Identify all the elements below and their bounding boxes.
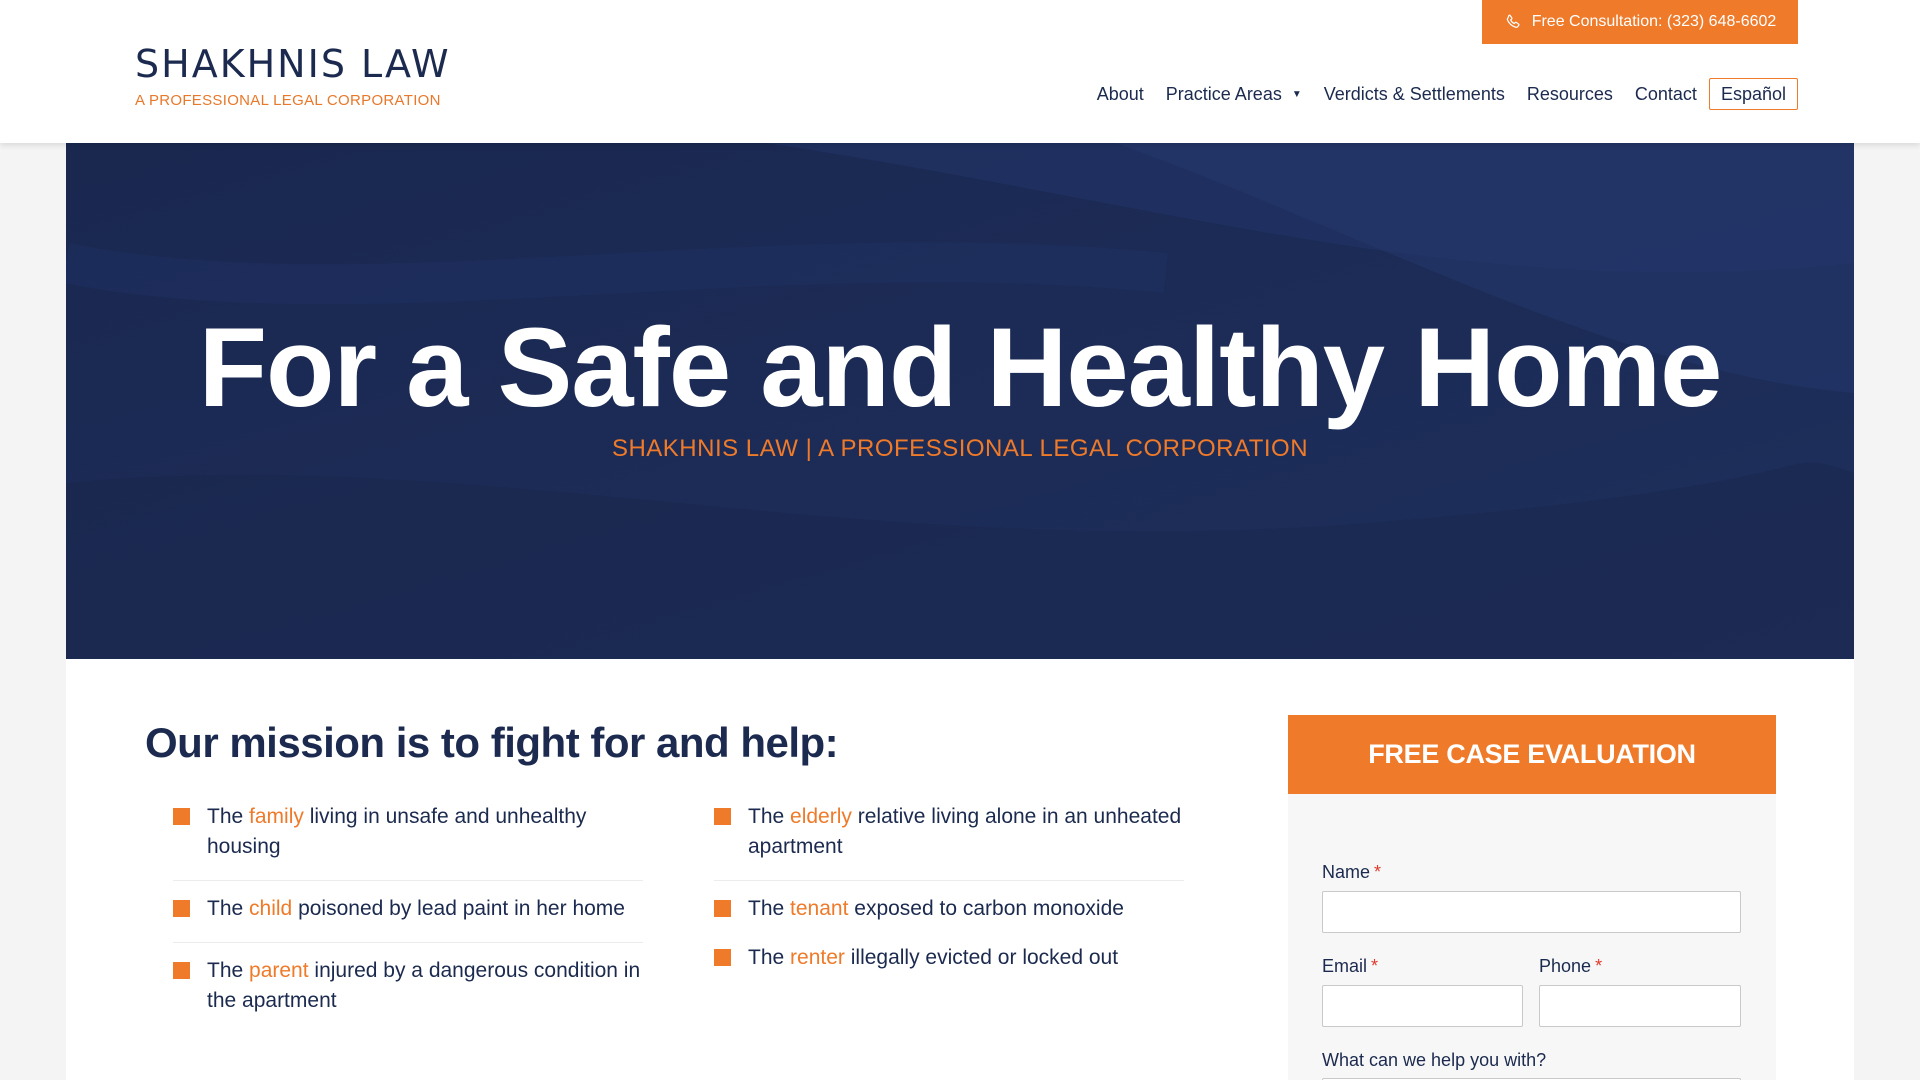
nav-contact[interactable]: Contact (1635, 78, 1697, 110)
hero-subtitle: SHAKHNIS LAW | A PROFESSIONAL LEGAL CORP… (611, 435, 1309, 462)
list-item-prefix: The (207, 897, 244, 920)
list-item-highlight: child (249, 897, 293, 920)
nav-resources[interactable]: Resources (1527, 78, 1613, 110)
email-input[interactable] (1322, 985, 1523, 1027)
name-label: Name * (1322, 862, 1381, 883)
list-item-prefix: The (207, 959, 244, 982)
logo-name: SHAKHNIS LAW (135, 42, 451, 86)
list-item: The tenant exposed to carbon monoxide (714, 894, 1184, 930)
mission-title: Our mission is to fight for and help: (145, 719, 839, 766)
square-bullet-icon (714, 900, 731, 917)
list-item-highlight: parent (249, 959, 309, 982)
list-item-highlight: renter (790, 946, 845, 969)
main-nav: About Practice Areas ▼ Verdicts & Settle… (1075, 78, 1798, 110)
logo[interactable]: SHAKHNIS LAW A PROFESSIONAL LEGAL CORPOR… (135, 42, 451, 109)
mission-section: Our mission is to fight for and help: Th… (66, 659, 1854, 1080)
list-item-text: poisoned by lead paint in her home (298, 897, 625, 920)
list-item: The family living in unsafe and unhealth… (173, 802, 643, 881)
nav-about[interactable]: About (1097, 78, 1144, 110)
email-label: Email * (1322, 956, 1378, 977)
list-item-highlight: family (249, 805, 304, 828)
nav-practice-areas-label: Practice Areas (1165, 83, 1282, 104)
list-item: The elderly relative living alone in an … (714, 802, 1184, 881)
help-label: What can we help you with? (1322, 1050, 1547, 1070)
hero-banner: For a Safe and Healthy Home SHAKHNIS LAW… (66, 143, 1854, 659)
email-label-text: Email (1322, 956, 1368, 976)
logo-tagline: A PROFESSIONAL LEGAL CORPORATION (135, 92, 441, 109)
required-mark: * (1371, 956, 1379, 976)
mission-list-right: The elderly relative living alone in an … (714, 802, 1184, 1004)
square-bullet-icon (173, 962, 190, 979)
language-espanol-button[interactable]: Español (1708, 78, 1798, 110)
required-mark: * (1595, 956, 1603, 976)
consultation-label: Free Consultation: (323) 648-6602 (1531, 13, 1777, 30)
caret-down-icon: ▼ (1291, 88, 1302, 100)
square-bullet-icon (714, 949, 731, 966)
hero-title: For a Safe and Healthy Home (198, 305, 1723, 430)
site-header: SHAKHNIS LAW A PROFESSIONAL LEGAL CORPOR… (0, 0, 1920, 143)
phone-input[interactable] (1539, 985, 1741, 1027)
square-bullet-icon (173, 808, 190, 825)
list-item-highlight: elderly (790, 805, 852, 828)
phone-label: Phone * (1539, 956, 1602, 977)
nav-practice-areas[interactable]: Practice Areas ▼ (1166, 78, 1302, 110)
list-item-prefix: The (748, 946, 785, 969)
list-item: The renter illegally evicted or locked o… (714, 943, 1184, 991)
list-item-text: exposed to carbon monoxide (854, 897, 1124, 920)
list-item-highlight: tenant (790, 897, 849, 920)
list-item: The child poisoned by lead paint in her … (173, 894, 643, 943)
list-item-text: illegally evicted or locked out (850, 946, 1119, 969)
required-mark: * (1374, 862, 1382, 882)
list-item: The parent injured by a dangerous condit… (173, 956, 643, 1034)
square-bullet-icon (173, 900, 190, 917)
square-bullet-icon (714, 808, 731, 825)
free-consultation-button[interactable]: Free Consultation: (323) 648-6602 (1482, 0, 1798, 44)
case-evaluation-form: FREE CASE EVALUATION Name * Email * Phone *… (1288, 715, 1776, 1080)
name-input[interactable] (1322, 891, 1741, 933)
name-label-text: Name (1322, 862, 1371, 882)
list-item-prefix: The (748, 805, 785, 828)
phone-label-text: Phone (1539, 956, 1592, 976)
phone-icon (1506, 14, 1520, 28)
list-item-prefix: The (207, 805, 244, 828)
list-item-prefix: The (748, 897, 785, 920)
nav-verdicts-settlements[interactable]: Verdicts & Settlements (1324, 78, 1505, 110)
mission-list-left: The family living in unsafe and unhealth… (173, 802, 643, 1047)
form-title: FREE CASE EVALUATION (1288, 715, 1776, 794)
